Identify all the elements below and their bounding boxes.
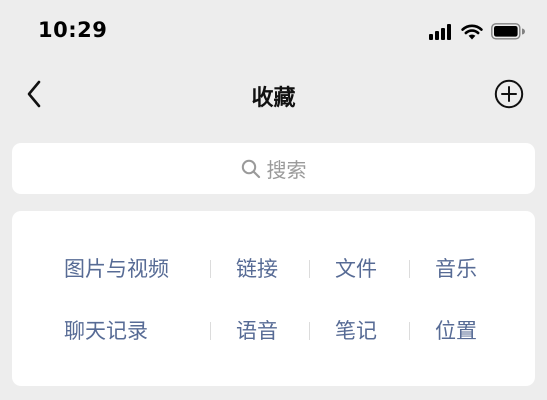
category-music[interactable]: 音乐 xyxy=(435,249,477,289)
status-time: 10:29 xyxy=(38,18,108,42)
status-icons xyxy=(429,23,525,44)
category-images-videos[interactable]: 图片与视频 xyxy=(64,249,169,289)
search-placeholder: 搜索 xyxy=(266,158,307,182)
divider xyxy=(210,322,211,340)
category-row: 聊天记录 语音 笔记 位置 xyxy=(12,311,535,351)
category-row: 图片与视频 链接 文件 音乐 xyxy=(12,249,535,289)
battery-icon xyxy=(491,23,525,44)
divider xyxy=(210,260,211,278)
category-files[interactable]: 文件 xyxy=(335,249,377,289)
signal-icon xyxy=(429,23,453,44)
category-voice[interactable]: 语音 xyxy=(236,311,278,351)
category-links[interactable]: 链接 xyxy=(236,249,278,289)
category-notes[interactable]: 笔记 xyxy=(335,311,377,351)
divider xyxy=(409,322,410,340)
page-title: 收藏 xyxy=(251,86,296,111)
divider xyxy=(309,322,310,340)
nav-bar: 收藏 xyxy=(0,68,547,126)
category-panel: 图片与视频 链接 文件 音乐 聊天记录 语音 笔记 位置 xyxy=(12,211,535,386)
status-bar: 10:29 xyxy=(0,0,547,62)
add-button[interactable] xyxy=(491,78,527,114)
category-location[interactable]: 位置 xyxy=(435,311,477,351)
category-chat-history[interactable]: 聊天记录 xyxy=(64,311,148,351)
divider xyxy=(309,260,310,278)
wifi-icon xyxy=(461,24,483,44)
search-bar[interactable]: 搜索 xyxy=(12,143,535,194)
plus-circle-icon xyxy=(494,79,524,113)
divider xyxy=(409,260,410,278)
search-icon xyxy=(241,159,261,179)
